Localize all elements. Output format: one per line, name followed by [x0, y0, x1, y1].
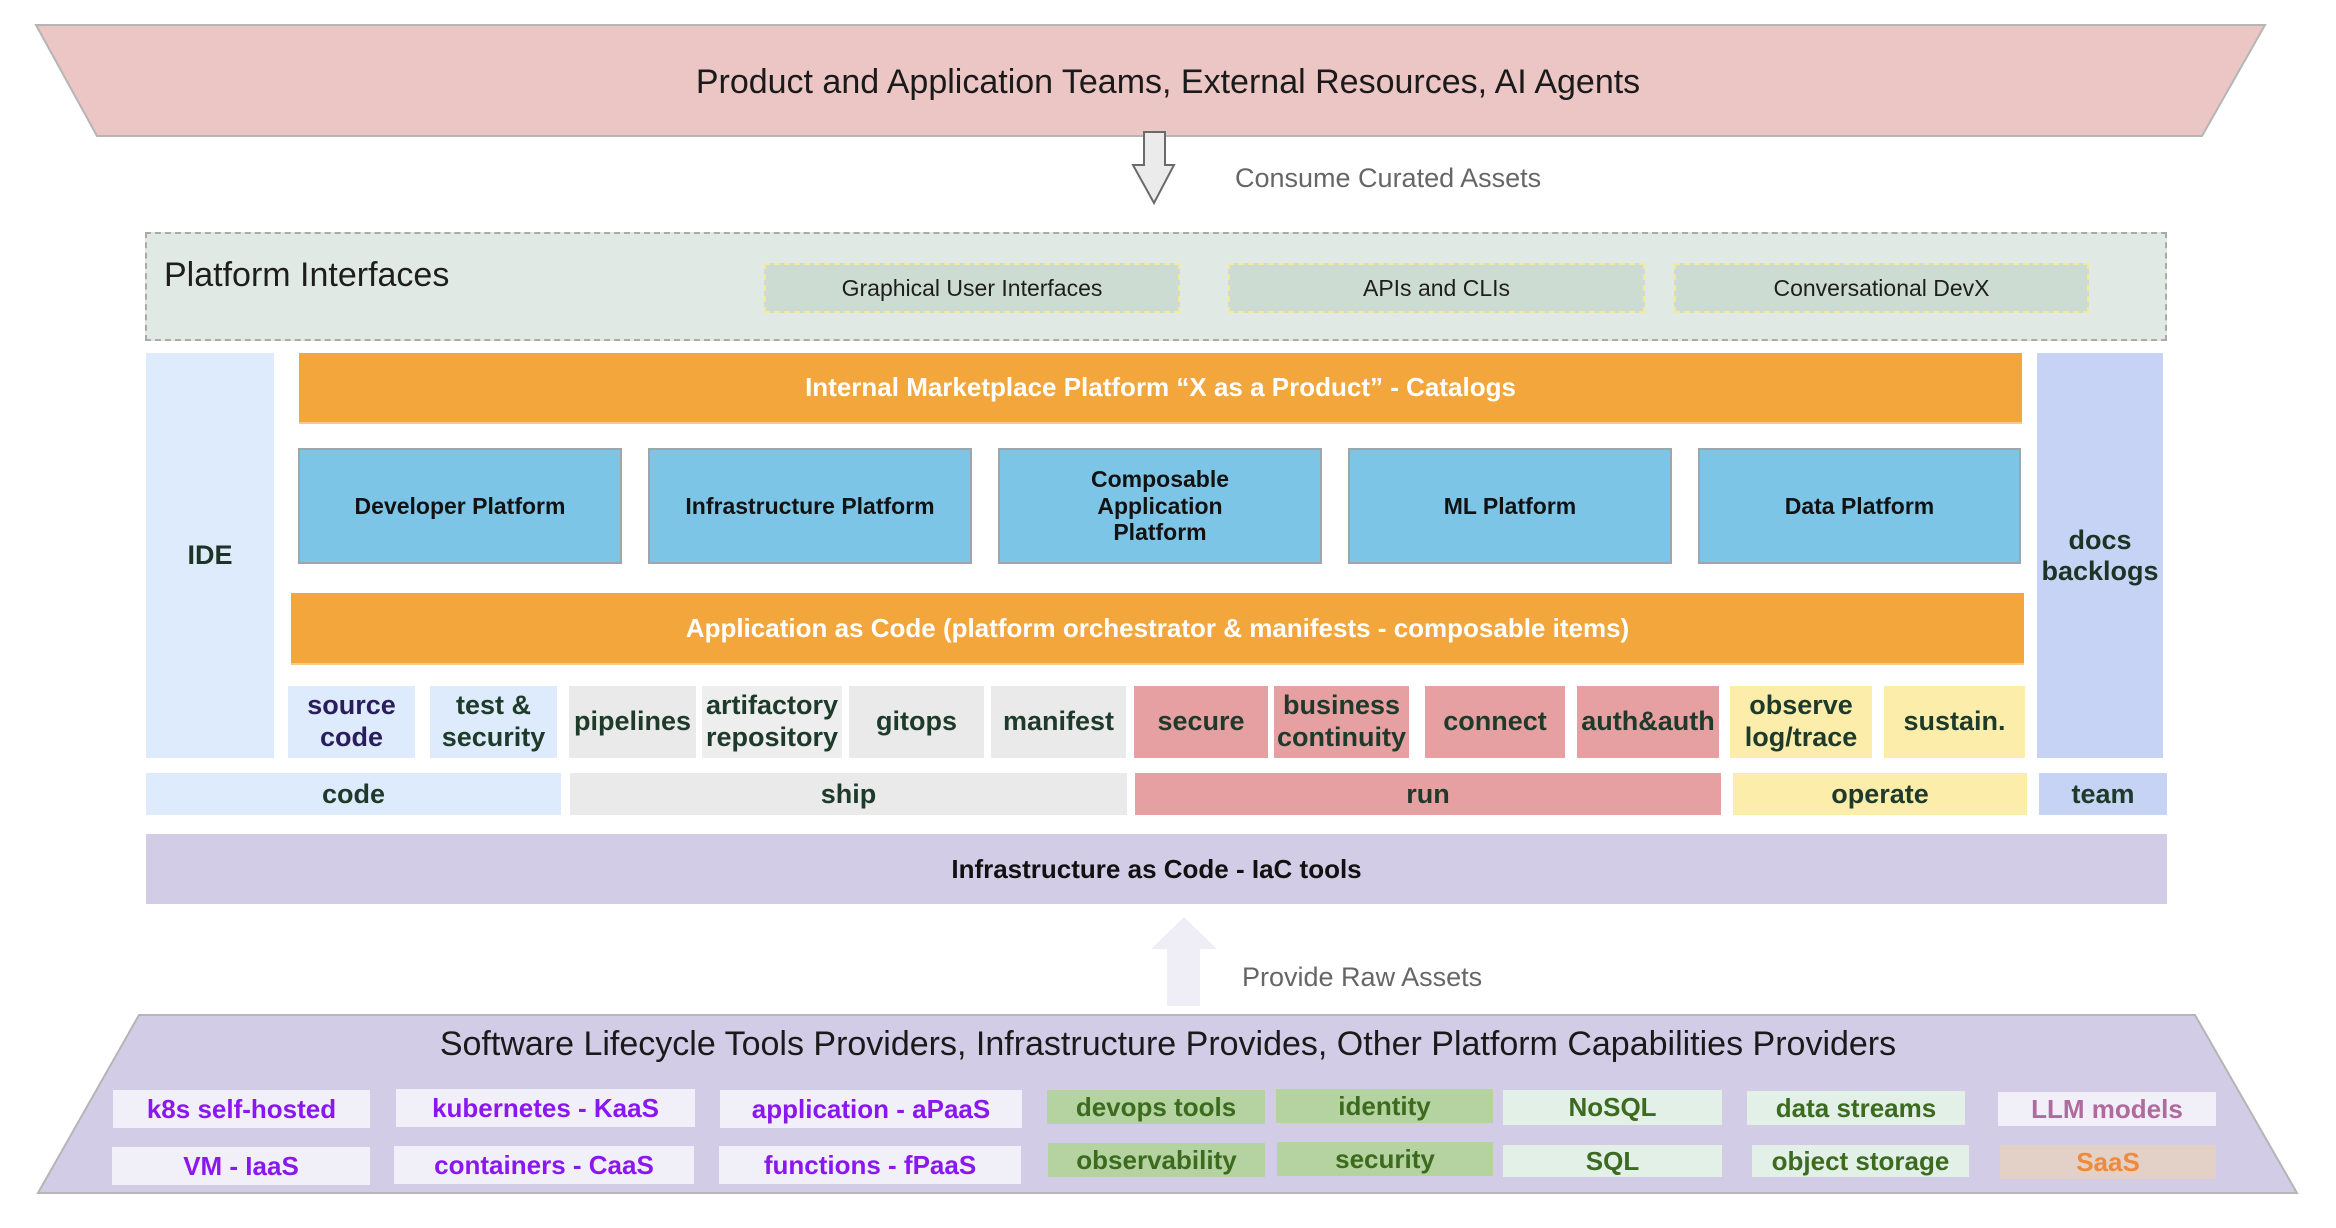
- stage-team[interactable]: team: [2039, 773, 2167, 815]
- interface-conversational-devx[interactable]: Conversational DevX: [1674, 263, 2089, 313]
- capability-sustain[interactable]: sustain.: [1884, 686, 2025, 758]
- capability-pipelines[interactable]: pipelines: [569, 686, 696, 758]
- consumers-title: Product and Application Teams, External …: [695, 62, 1641, 101]
- provider-identity[interactable]: identity: [1276, 1089, 1493, 1123]
- ide-label: IDE: [187, 540, 233, 570]
- capability-business-continuity[interactable]: business continuity: [1274, 686, 1409, 758]
- provider-observability[interactable]: observability: [1048, 1143, 1265, 1177]
- provider-data-streams[interactable]: data streams: [1747, 1091, 1965, 1125]
- internal-marketplace-band[interactable]: Internal Marketplace Platform “X as a Pr…: [299, 353, 2022, 424]
- provider-k8s-self-hosted[interactable]: k8s self-hosted: [113, 1090, 370, 1128]
- provider-security[interactable]: security: [1277, 1142, 1493, 1176]
- stage-run[interactable]: run: [1135, 773, 1721, 815]
- capability-manifest[interactable]: manifest: [991, 686, 1126, 758]
- provider-application-apaas[interactable]: application - aPaaS: [720, 1090, 1022, 1128]
- capability-secure[interactable]: secure: [1134, 686, 1268, 758]
- providers-title: Software Lifecycle Tools Providers, Infr…: [439, 1024, 1897, 1063]
- provide-raw-assets-label: Provide Raw Assets: [1242, 962, 1483, 992]
- provider-nosql[interactable]: NoSQL: [1503, 1090, 1722, 1125]
- provider-llm-models[interactable]: LLM models: [1998, 1092, 2216, 1126]
- provider-functions-fpaas[interactable]: functions - fPaaS: [719, 1146, 1021, 1184]
- capability-test-security[interactable]: test & security: [430, 686, 557, 758]
- stage-ship[interactable]: ship: [570, 773, 1127, 815]
- consume-curated-assets-label: Consume Curated Assets: [1235, 163, 1542, 193]
- arrow-up-icon: [1151, 917, 1217, 1006]
- infrastructure-as-code-band[interactable]: Infrastructure as Code - IaC tools: [146, 834, 2167, 904]
- docs-backlogs-label: docs backlogs: [2041, 524, 2159, 586]
- provider-devops-tools[interactable]: devops tools: [1047, 1090, 1265, 1124]
- stage-code[interactable]: code: [146, 773, 561, 815]
- interface-apis-and-clis[interactable]: APIs and CLIs: [1228, 263, 1645, 313]
- provider-sql[interactable]: SQL: [1503, 1145, 1722, 1177]
- capability-source-code[interactable]: source code: [288, 686, 415, 758]
- provider-containers-caas[interactable]: containers - CaaS: [394, 1146, 694, 1184]
- capability-auth-auth[interactable]: auth&auth: [1577, 686, 1719, 758]
- interface-graphical-user-interfaces[interactable]: Graphical User Interfaces: [764, 263, 1180, 313]
- application-as-code-band[interactable]: Application as Code (platform orchestrat…: [291, 593, 2024, 665]
- capability-observe-log-trace[interactable]: observe log/trace: [1730, 686, 1872, 758]
- provider-kubernetes-kaas[interactable]: kubernetes - KaaS: [396, 1089, 695, 1127]
- platform-developer[interactable]: Developer Platform: [298, 448, 622, 564]
- arrow-down-icon: [1131, 131, 1176, 206]
- provider-object-storage[interactable]: object storage: [1752, 1145, 1969, 1177]
- platform-data[interactable]: Data Platform: [1698, 448, 2021, 564]
- capability-connect[interactable]: connect: [1425, 686, 1565, 758]
- platform-composable-application[interactable]: Composable Application Platform: [998, 448, 1322, 564]
- docs-backlogs-column[interactable]: docs backlogs: [2037, 353, 2163, 758]
- platform-ml[interactable]: ML Platform: [1348, 448, 1672, 564]
- capability-artifactory-repository[interactable]: artifactory repository: [702, 686, 842, 758]
- stage-operate[interactable]: operate: [1733, 773, 2027, 815]
- ide-column[interactable]: IDE: [146, 353, 274, 758]
- platform-interfaces-title: Platform Interfaces: [164, 256, 450, 294]
- provider-saas[interactable]: SaaS: [2000, 1145, 2216, 1179]
- provider-vm-iaas[interactable]: VM - IaaS: [112, 1147, 370, 1185]
- platform-infrastructure[interactable]: Infrastructure Platform: [648, 448, 972, 564]
- capability-gitops[interactable]: gitops: [849, 686, 984, 758]
